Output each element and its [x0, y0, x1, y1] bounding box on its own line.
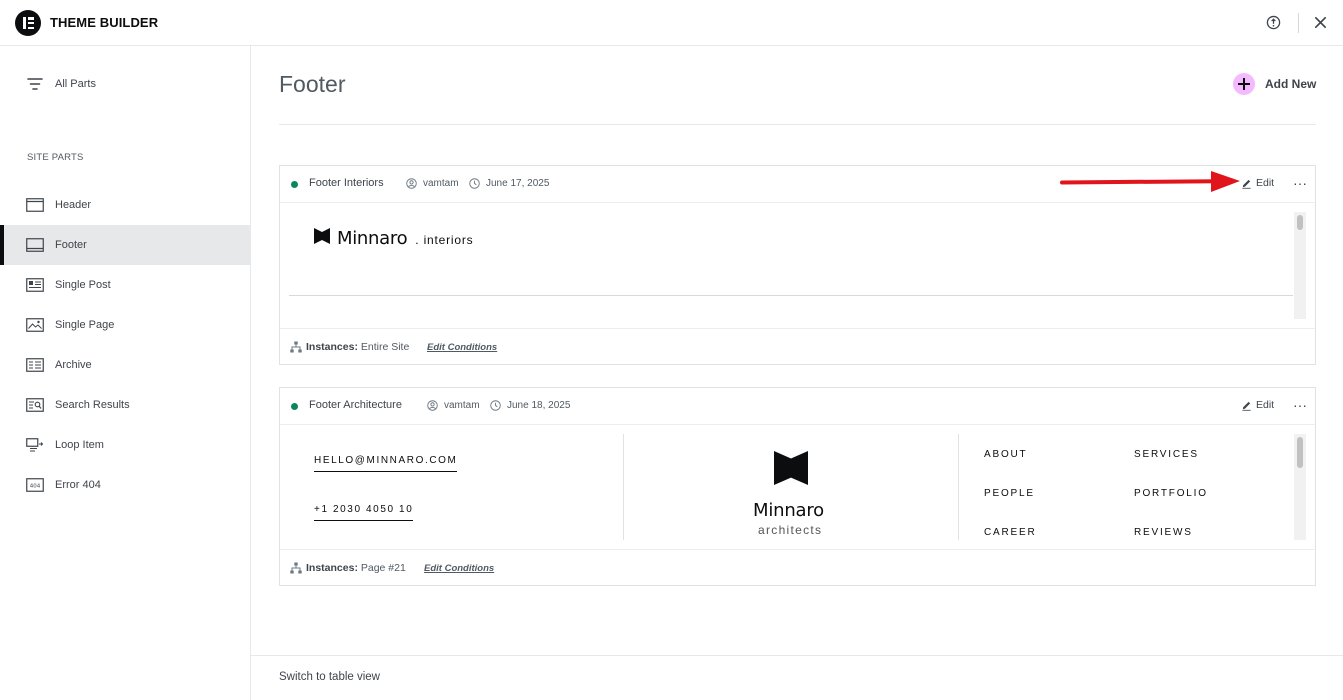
- error-404-icon: 404: [26, 478, 44, 492]
- close-icon[interactable]: [1313, 15, 1328, 30]
- clock-icon: [490, 400, 501, 411]
- top-bar-divider: [1298, 13, 1299, 33]
- sitemap-icon: [290, 562, 302, 574]
- help-icon[interactable]: [1266, 15, 1281, 30]
- preview-link-about: ABOUT: [984, 449, 1028, 460]
- template-preview[interactable]: Minnaro . interiors: [280, 203, 1315, 327]
- more-options-icon[interactable]: ···: [1293, 175, 1307, 191]
- sidebar-item-label: Single Page: [55, 319, 115, 331]
- archive-icon: [26, 358, 44, 372]
- user-icon: [406, 178, 417, 189]
- more-options-icon[interactable]: ···: [1293, 397, 1307, 413]
- sidebar-item-footer[interactable]: Footer: [0, 225, 250, 265]
- sidebar-item-archive[interactable]: Archive: [0, 345, 250, 385]
- card-author: vamtam: [406, 178, 459, 189]
- add-new-label: Add New: [1265, 77, 1317, 91]
- header-icon: [26, 198, 44, 212]
- top-bar: THEME BUILDER: [0, 0, 1343, 46]
- card-author: vamtam: [427, 400, 480, 411]
- title-divider: [279, 124, 1316, 125]
- instances-text: Instances: Page #21: [306, 562, 406, 574]
- card-footer: Instances: Entire Site Edit Conditions: [280, 328, 1315, 364]
- card-title: Footer Architecture: [309, 399, 402, 411]
- preview-email: HELLO@MINNARO.COM: [314, 455, 458, 472]
- card-footer: Instances: Page #21 Edit Conditions: [280, 549, 1315, 585]
- preview-divider: [958, 434, 959, 540]
- preview-divider: [289, 295, 1293, 296]
- sidebar-item-label: Footer: [55, 239, 87, 251]
- search-results-icon: [26, 398, 44, 412]
- minnaro-logo-icon: [314, 228, 330, 244]
- brand-subtitle: architects: [758, 523, 823, 537]
- app-title: THEME BUILDER: [50, 15, 159, 30]
- template-card: Footer Architecture vamtam June 18, 2025…: [279, 387, 1316, 586]
- page-title: Footer: [279, 71, 346, 97]
- sidebar-item-label: Single Post: [55, 279, 111, 291]
- annotation-arrow-icon: [1060, 171, 1240, 192]
- footer-icon: [26, 238, 44, 252]
- switch-table-view-link[interactable]: Switch to table view: [279, 671, 380, 683]
- sidebar-item-label: Header: [55, 199, 92, 211]
- edit-button[interactable]: Edit: [1241, 177, 1274, 189]
- site-parts-heading: SITE PARTS: [27, 152, 84, 163]
- edit-conditions-link[interactable]: Edit Conditions: [427, 342, 497, 353]
- preview-link-portfolio: PORTFOLIO: [1134, 488, 1208, 499]
- preview-link-reviews: REVIEWS: [1134, 527, 1193, 538]
- sidebar: All Parts SITE PARTS Header Footer Singl…: [0, 46, 251, 700]
- template-preview[interactable]: HELLO@MINNARO.COM +1 2030 4050 10 Minnar…: [280, 425, 1315, 549]
- sidebar-item-error-404[interactable]: 404 Error 404: [0, 465, 250, 505]
- preview-scrollbar[interactable]: [1294, 212, 1306, 319]
- instances-text: Instances: Entire Site: [306, 341, 410, 353]
- preview-divider: [623, 434, 624, 540]
- svg-text:404: 404: [30, 483, 41, 489]
- brand-name: Minnaro: [753, 500, 824, 521]
- sitemap-icon: [290, 341, 302, 353]
- preview-link-services: SERVICES: [1134, 449, 1199, 460]
- preview-link-career: CAREER: [984, 527, 1037, 538]
- card-date: June 17, 2025: [469, 178, 549, 189]
- sidebar-item-loop-item[interactable]: Loop Item: [0, 425, 250, 465]
- sidebar-item-label: Error 404: [55, 479, 101, 491]
- all-parts-button[interactable]: All Parts: [27, 77, 96, 91]
- sidebar-item-label: Search Results: [55, 399, 130, 411]
- loop-item-icon: [26, 438, 44, 452]
- add-new-button[interactable]: Add New: [1233, 73, 1316, 95]
- sidebar-item-label: Loop Item: [55, 439, 104, 451]
- status-dot-icon: [291, 403, 298, 410]
- minnaro-logo-icon: [774, 451, 808, 485]
- bottom-divider: [251, 655, 1343, 656]
- user-icon: [427, 400, 438, 411]
- edit-conditions-link[interactable]: Edit Conditions: [424, 563, 494, 574]
- card-date: June 18, 2025: [490, 400, 570, 411]
- preview-link-people: PEOPLE: [984, 488, 1035, 499]
- elementor-logo-icon: [15, 10, 41, 36]
- sidebar-item-search-results[interactable]: Search Results: [0, 385, 250, 425]
- status-dot-icon: [291, 181, 298, 188]
- preview-phone: +1 2030 4050 10: [314, 504, 414, 521]
- edit-button[interactable]: Edit: [1241, 399, 1274, 411]
- sidebar-item-header[interactable]: Header: [0, 185, 250, 225]
- card-title: Footer Interiors: [309, 177, 384, 189]
- clock-icon: [469, 178, 480, 189]
- brand-name: Minnaro: [337, 228, 408, 249]
- scrollbar-thumb[interactable]: [1297, 437, 1303, 468]
- single-post-icon: [26, 278, 44, 292]
- scrollbar-thumb[interactable]: [1297, 215, 1303, 230]
- plus-icon: [1233, 73, 1255, 95]
- sidebar-item-label: Archive: [55, 359, 92, 371]
- filter-icon: [27, 78, 43, 90]
- brand-subtitle: . interiors: [415, 233, 474, 247]
- sidebar-item-single-page[interactable]: Single Page: [0, 305, 250, 345]
- sidebar-item-single-post[interactable]: Single Post: [0, 265, 250, 305]
- brand-logo: Minnaro . interiors: [314, 228, 473, 249]
- pencil-icon: [1242, 401, 1251, 411]
- preview-scrollbar[interactable]: [1294, 434, 1306, 540]
- single-page-icon: [26, 318, 44, 332]
- card-header: Footer Architecture vamtam June 18, 2025…: [280, 388, 1315, 425]
- all-parts-label: All Parts: [55, 78, 96, 90]
